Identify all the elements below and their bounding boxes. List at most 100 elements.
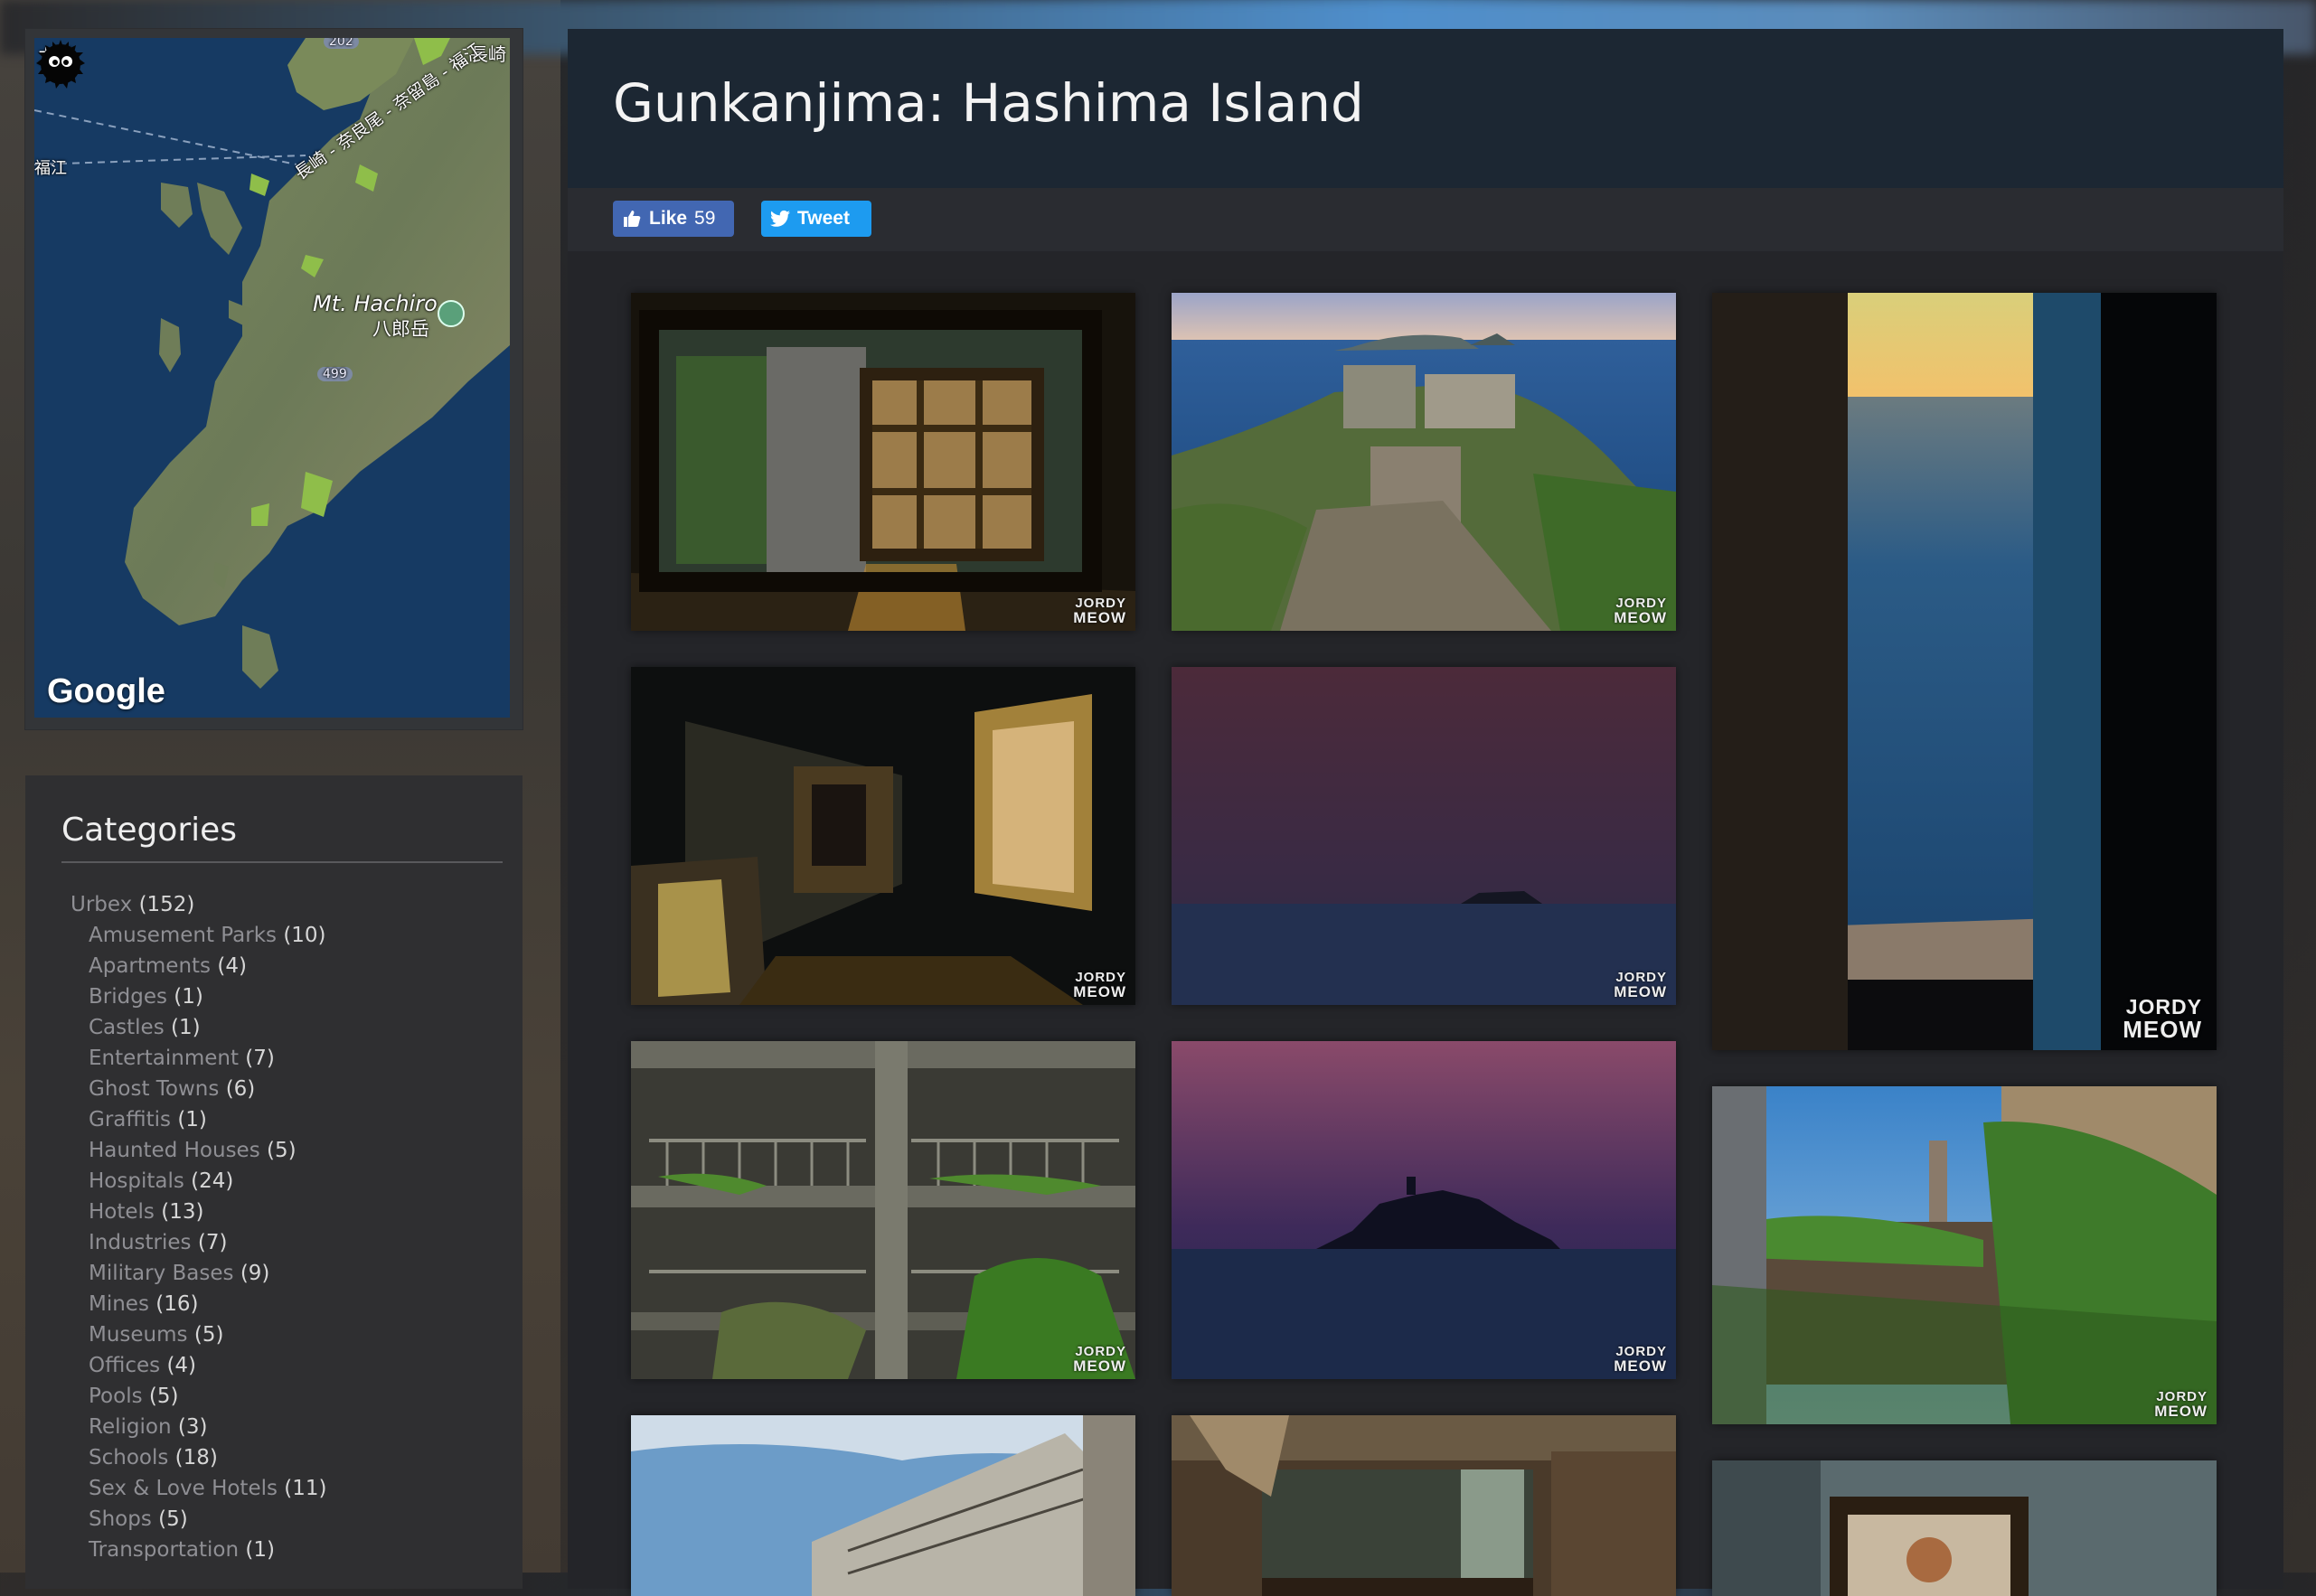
photo-interior-framed-object[interactable] [1712, 1460, 2217, 1596]
watermark-line1: JORDY [1615, 596, 1667, 611]
map-label-mt-hachiro-jp: 八郎岳 [372, 318, 429, 340]
category-item[interactable]: Religion (3) [71, 1412, 327, 1442]
category-item[interactable]: Museums (5) [71, 1319, 327, 1350]
category-item[interactable]: Military Bases (9) [71, 1258, 327, 1289]
category-link[interactable]: Graffitis [89, 1108, 171, 1131]
watermark-line1: JORDY [1075, 1344, 1126, 1359]
photo-image [1712, 1460, 2217, 1596]
category-count: (1) [174, 985, 203, 1009]
category-item[interactable]: Shops (5) [71, 1504, 327, 1535]
category-item[interactable]: Pools (5) [71, 1381, 327, 1412]
category-link[interactable]: Apartments [89, 954, 211, 978]
photo-abandoned-window-sunlight[interactable]: JORDY MEOW [631, 293, 1135, 631]
category-item[interactable]: Offices (4) [71, 1350, 327, 1381]
watermark-line1: JORDY [1075, 970, 1126, 985]
category-item[interactable]: Castles (1) [71, 1012, 327, 1043]
photo-overgrown-buildings-chimney[interactable]: JORDY MEOW [1712, 1086, 2217, 1424]
category-item[interactable]: Graffitis (1) [71, 1104, 327, 1135]
photo-image [1712, 1086, 2217, 1424]
map-widget: 力灘 長崎 福江 長崎 - 奈良尾 - 奈留島 - 福江 Mt. Hachiro… [25, 29, 523, 729]
category-link[interactable]: Pools [89, 1385, 143, 1408]
category-link[interactable]: Mines [89, 1292, 149, 1316]
category-item[interactable]: Industries (7) [71, 1227, 327, 1258]
category-count: (11) [284, 1477, 327, 1500]
photo-watermark: JORDY MEOW [1073, 596, 1126, 625]
title-bar: Gunkanjima: Hashima Island [568, 29, 2283, 188]
category-count: (10) [283, 924, 326, 947]
map-terrain [34, 38, 510, 689]
category-link[interactable]: Urbex [71, 893, 132, 916]
category-item[interactable]: Schools (18) [71, 1442, 327, 1473]
category-count: (4) [217, 954, 247, 978]
categories-list: Urbex (152) Amusement Parks (10) Apartment… [71, 889, 327, 1565]
category-count: (5) [193, 1323, 224, 1347]
category-count: (18) [174, 1446, 218, 1469]
photo-island-aerial-view[interactable]: JORDY MEOW [1172, 293, 1676, 631]
category-item[interactable]: Ghost Towns (6) [71, 1074, 327, 1104]
category-item[interactable]: Amusement Parks (10) [71, 920, 327, 951]
category-count: (6) [225, 1077, 256, 1101]
category-link[interactable]: Amusement Parks [89, 924, 277, 947]
category-item[interactable]: Apartments (4) [71, 951, 327, 981]
photo-overgrown-balconies[interactable]: JORDY MEOW [631, 1041, 1135, 1379]
photo-apartment-block-sky[interactable] [631, 1415, 1135, 1596]
google-logo: Google [47, 672, 165, 710]
category-link[interactable]: Religion [89, 1415, 172, 1439]
category-item[interactable]: Urbex (152) [71, 889, 327, 920]
photo-island-silhouette-dusk-far[interactable]: JORDY MEOW [1172, 667, 1676, 1005]
thumbs-up-icon [624, 211, 641, 227]
category-item[interactable]: Transportation (1) [71, 1535, 327, 1565]
google-map[interactable]: 力灘 長崎 福江 長崎 - 奈良尾 - 奈留島 - 福江 Mt. Hachiro… [34, 38, 510, 718]
category-item[interactable]: Haunted Houses (5) [71, 1135, 327, 1166]
photo-dark-corridor[interactable]: JORDY MEOW [631, 667, 1135, 1005]
category-link[interactable]: Haunted Houses [89, 1139, 260, 1162]
photo-image [631, 293, 1135, 631]
category-link[interactable]: Transportation [89, 1538, 239, 1562]
category-link[interactable]: Hospitals [89, 1169, 184, 1193]
photo-abandoned-classroom[interactable] [1172, 1415, 1676, 1596]
tweet-button[interactable]: Tweet [761, 201, 871, 237]
category-item[interactable]: Hotels (13) [71, 1197, 327, 1227]
category-count: (13) [161, 1200, 204, 1224]
watermark-line1: JORDY [2156, 1389, 2208, 1404]
photo-watermark: JORDY MEOW [1614, 971, 1667, 1000]
photo-ocean-through-window-frame[interactable]: JORDY MEOW [1712, 293, 2217, 1050]
category-link[interactable]: Offices [89, 1354, 160, 1377]
category-count: (7) [245, 1047, 275, 1070]
category-link[interactable]: Hotels [89, 1200, 155, 1224]
map-label-fukue: 福江 [34, 159, 67, 178]
photo-watermark: JORDY MEOW [2123, 997, 2202, 1042]
category-link[interactable]: Museums [89, 1323, 188, 1347]
category-count: (24) [191, 1169, 234, 1193]
photo-image [631, 1041, 1135, 1379]
photo-image [631, 667, 1135, 1005]
category-link[interactable]: Entertainment [89, 1047, 239, 1070]
photo-island-silhouette-dusk-near[interactable]: JORDY MEOW [1172, 1041, 1676, 1379]
main-content: Gunkanjima: Hashima Island Like 59 Tweet [568, 29, 2283, 1596]
watermark-line2: MEOW [2154, 1403, 2208, 1420]
category-link[interactable]: Castles [89, 1016, 165, 1039]
like-label: Like [649, 208, 688, 229]
page-title: Gunkanjima: Hashima Island [613, 72, 1364, 134]
mountain-icon [438, 300, 465, 327]
road-badge-499: 499 [317, 367, 353, 381]
photo-image [1172, 667, 1676, 1005]
soot-sprite-marker-icon[interactable] [34, 38, 87, 90]
category-link[interactable]: Ghost Towns [89, 1077, 219, 1101]
category-link[interactable]: Sex & Love Hotels [89, 1477, 278, 1500]
category-item[interactable]: Entertainment (7) [71, 1043, 327, 1074]
category-link[interactable]: Shops [89, 1507, 152, 1531]
category-link[interactable]: Military Bases [89, 1262, 234, 1285]
category-item[interactable]: Sex & Love Hotels (11) [71, 1473, 327, 1504]
category-link[interactable]: Industries [89, 1231, 192, 1254]
watermark-line2: MEOW [1614, 1357, 1667, 1375]
category-count: (5) [158, 1507, 188, 1531]
facebook-like-button[interactable]: Like 59 [613, 201, 734, 237]
category-item[interactable]: Bridges (1) [71, 981, 327, 1012]
map-label-mt-hachiro: Mt. Hachiro [313, 291, 438, 316]
category-item[interactable]: Hospitals (24) [71, 1166, 327, 1197]
category-link[interactable]: Schools [89, 1446, 168, 1469]
category-link[interactable]: Bridges [89, 985, 167, 1009]
category-item[interactable]: Mines (16) [71, 1289, 327, 1319]
watermark-line1: JORDY [1615, 970, 1667, 985]
